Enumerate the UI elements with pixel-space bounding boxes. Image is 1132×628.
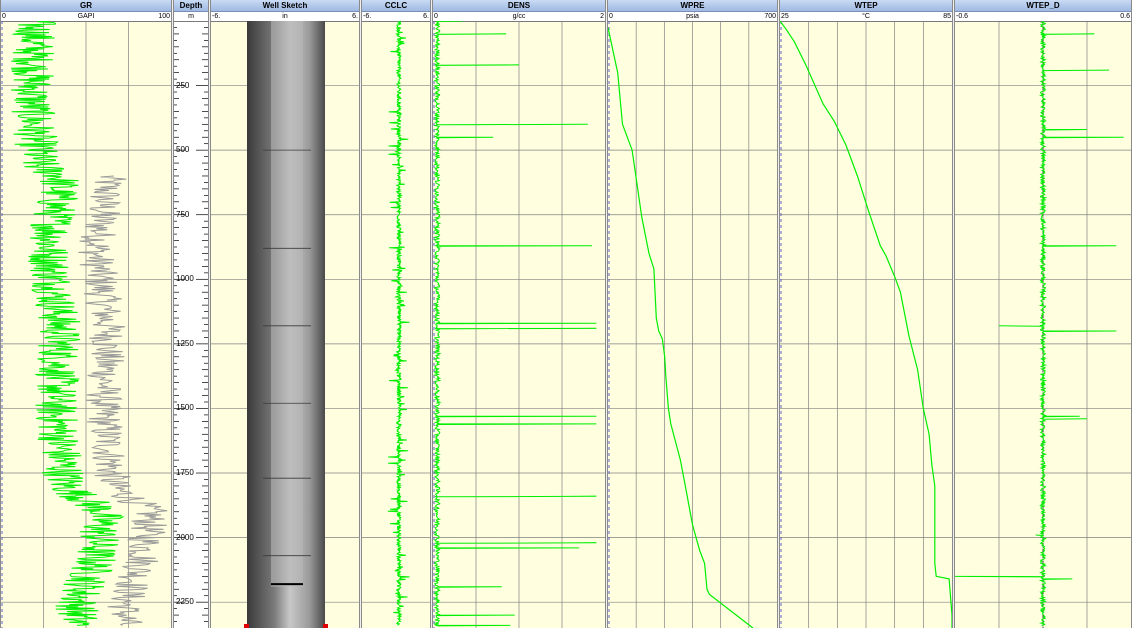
wtepd-curve	[955, 21, 1124, 626]
depth-label: 2000	[176, 532, 194, 542]
depth-label: 250	[176, 80, 190, 90]
tubing	[271, 21, 303, 587]
depth-label: 750	[176, 209, 190, 219]
cclc-plot	[362, 21, 430, 626]
wpre-scale-unit: psia	[686, 13, 699, 20]
well-sketch-track: Well Sketch -6. in 6.	[210, 0, 360, 628]
gr-scale-unit: GAPI	[77, 13, 95, 20]
cclc-scale-max: 6.	[423, 13, 429, 20]
gr-track: GR 0 GAPI 100	[0, 0, 172, 628]
shoe-left	[244, 624, 249, 628]
depth-track-title: Depth	[174, 0, 208, 12]
depth-label: 1750	[176, 468, 194, 478]
wpre-scale-max: 700	[764, 13, 776, 20]
wtepd-scale-min: -0.6	[956, 13, 969, 20]
dens-track: DENS 0 g/cc 2	[432, 0, 606, 628]
depth-label: 1500	[176, 403, 194, 413]
wtep-scale-unit: °C	[862, 13, 870, 20]
dens-scale-unit: g/cc	[512, 13, 526, 20]
wtepd-scale-max: 0.6	[1120, 13, 1130, 20]
cclc-curve	[387, 21, 410, 626]
shoe-right	[323, 624, 328, 628]
depth-label: 2250	[176, 597, 194, 607]
dens-curve	[433, 21, 597, 627]
cclc-track: CCLC -6. 6.	[361, 0, 431, 628]
wtep-track: WTEP 25 °C 85	[779, 0, 953, 628]
gr-scale-max: 100	[158, 13, 170, 20]
gr-track-title: GR	[1, 0, 171, 12]
wtepd-plot	[955, 21, 1131, 628]
cclc-track-title: CCLC	[362, 0, 430, 12]
well-sketch-scale-max: 6.	[352, 13, 358, 20]
depth-label: 500	[176, 145, 190, 155]
wpre-plot	[608, 21, 777, 628]
dens-plot	[433, 21, 605, 628]
wpre-track-title: WPRE	[608, 0, 777, 12]
gr-plot	[1, 21, 171, 628]
well-sketch-plot	[211, 21, 359, 628]
depth-scale-unit: m	[188, 13, 194, 20]
wtep-scale-max: 85	[943, 13, 951, 20]
wtep-track-title: WTEP	[780, 0, 952, 12]
wpre-track: WPRE 0 psia 700	[607, 0, 778, 628]
depth-label: 1250	[176, 338, 194, 348]
gr-curve	[10, 21, 125, 626]
well-sketch-title: Well Sketch	[211, 0, 359, 12]
well-sketch-scale-unit: in	[282, 13, 288, 20]
depth-label: 1000	[176, 274, 194, 284]
depth-track: Depth m 250 500 750 1000 1250 1500 1750 2000 225…	[173, 0, 209, 628]
dens-scale-max: 2	[600, 13, 604, 20]
cclc-scale-min: -6.	[363, 13, 372, 20]
wtep-plot	[780, 21, 952, 628]
wtepd-track: WTEP_D -0.6 0.6	[954, 0, 1132, 628]
dens-track-title: DENS	[433, 0, 605, 12]
wtepd-track-title: WTEP_D	[955, 0, 1131, 12]
